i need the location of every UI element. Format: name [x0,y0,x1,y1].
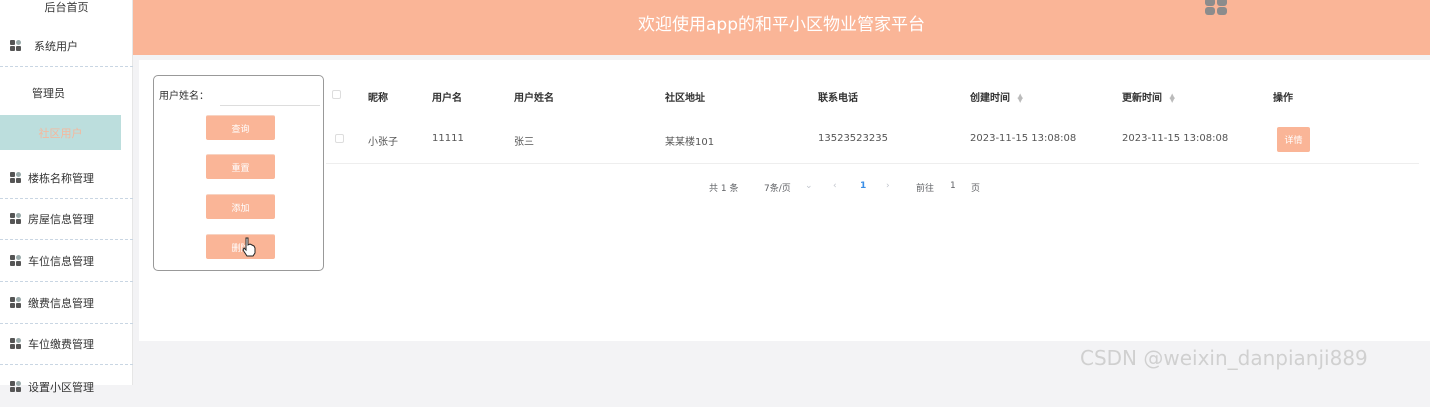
sidebar-item-label: 房屋信息管理 [28,213,94,226]
cell-created: 2023-11-15 13:08:08 [970,133,1077,144]
grid-icon [10,255,22,267]
column-header-username: 用户名 [432,93,462,104]
grid-icon [10,297,22,309]
sidebar-item-label: 缴费信息管理 [28,297,94,310]
sidebar-item-label: 车位信息管理 [28,255,94,268]
sidebar-item-label: 管理员 [32,86,65,100]
sidebar-item-community-settings[interactable]: 设置小区管理 [0,366,133,407]
column-header-actions: 操作 [1273,93,1293,104]
main-panel [139,60,1430,341]
column-header-updated[interactable]: 更新时间 ▲ ▼ [1122,89,1175,105]
sidebar-item-label: 楼栋名称管理 [28,172,94,185]
sidebar-item-parking-payment[interactable]: 车位缴费管理 [0,324,133,365]
column-header-label: 创建时间 [970,93,1010,104]
user-menu-icon[interactable] [1205,0,1227,16]
row-divider [326,163,1419,164]
add-button[interactable]: 添加 [206,194,275,219]
sort-icon[interactable]: ▲ ▼ [1017,93,1022,104]
query-button[interactable]: 查询 [206,115,275,140]
sidebar-item-parking-info[interactable]: 车位信息管理 [0,241,133,282]
column-header-phone: 联系电话 [818,93,858,104]
grid-icon [10,213,22,225]
watermark-text: CSDN @weixin_danpianji889 [1080,346,1368,370]
sidebar: 后台首页 系统用户 管理员 社区用户 楼栋名称管理 房屋信息管理 车位信息管理 … [0,0,133,394]
next-page-icon[interactable]: › [886,181,890,191]
row-checkbox[interactable] [335,134,344,143]
page-number-current[interactable]: 1 [860,181,866,191]
page-title: 欢迎使用app的和平小区物业管家平台 [638,15,925,35]
sort-icon[interactable]: ▲ ▼ [1169,93,1174,104]
top-header: 欢迎使用app的和平小区物业管家平台 [133,0,1430,55]
sidebar-item-payment-info[interactable]: 缴费信息管理 [0,283,133,324]
hand-cursor-icon [242,237,256,257]
cell-phone: 13523523235 [818,133,888,144]
prev-page-icon[interactable]: ‹ [833,181,837,191]
sidebar-item-building-names[interactable]: 楼栋名称管理 [0,158,133,199]
column-header-realname: 用户姓名 [514,93,554,104]
sidebar-item-admin[interactable]: 管理员 [0,72,133,113]
sidebar-item-label: 后台首页 [44,0,89,14]
cell-realname: 张三 [514,137,534,148]
column-header-label: 更新时间 [1122,93,1162,104]
detail-button[interactable]: 详情 [1277,127,1310,152]
search-label: 用户姓名： [159,91,209,102]
column-header-nickname: 昵称 [368,93,388,104]
sidebar-item-label: 车位缴费管理 [28,338,94,351]
column-header-created[interactable]: 创建时间 ▲ ▼ [970,89,1023,105]
page-size-select[interactable]: 7条/页 [764,181,791,194]
sidebar-item-label: 系统用户 [34,40,78,53]
cell-address: 某某楼101 [665,137,715,148]
sidebar-item-house-info[interactable]: 房屋信息管理 [0,199,133,240]
select-all-checkbox[interactable] [332,90,341,99]
goto-page-suffix: 页 [971,184,981,194]
grid-icon [10,40,22,52]
grid-icon [10,338,22,350]
username-search-input[interactable] [220,84,320,106]
column-header-address: 社区地址 [665,93,705,104]
sidebar-item-community-users[interactable]: 社区用户 [0,115,121,150]
goto-page-input[interactable]: 1 [950,181,956,191]
cell-nickname: 小张子 [368,137,398,148]
sidebar-item-label: 设置小区管理 [28,380,94,394]
cell-updated: 2023-11-15 13:08:08 [1122,133,1229,144]
sidebar-item-home[interactable]: 后台首页 [0,0,133,27]
search-panel: 用户姓名： 查询 重置 添加 删除 [153,75,324,271]
sidebar-item-label: 社区用户 [38,126,83,140]
reset-button[interactable]: 重置 [206,154,275,179]
goto-label: 前往 [916,184,935,194]
chevron-down-icon[interactable]: ⌄ [805,181,813,191]
pagination-total: 共 1 条 [709,184,739,194]
grid-icon [10,380,22,393]
cell-username: 11111 [432,133,464,144]
sidebar-item-system-users[interactable]: 系统用户 [0,26,133,67]
grid-icon [10,172,22,184]
